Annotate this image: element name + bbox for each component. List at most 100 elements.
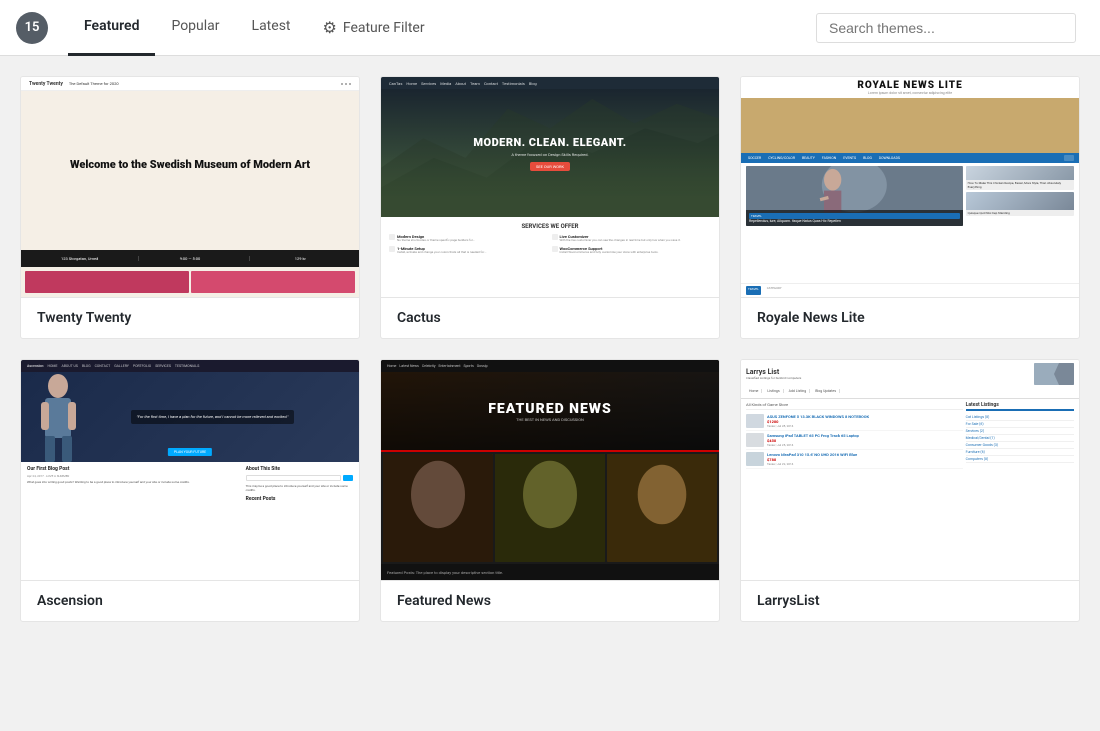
theme-card-ascension[interactable]: Ascension HOME ABOUT US BLOG CONTACT GAL…	[20, 359, 360, 622]
feature-filter-label: Feature Filter	[343, 20, 425, 36]
tab-latest[interactable]: Latest	[236, 0, 307, 56]
mock-address: 123 Storgatan, Umeå	[29, 256, 130, 261]
mock-news-item: DON'T CALL DEMI A BAD GIRL — SHE'S JUST …	[383, 454, 493, 562]
mock-nav-item: SOCCER	[746, 156, 763, 160]
mock-site-title: ROYALE NEWS LITE	[857, 80, 962, 91]
mock-nav-item: Listings	[764, 389, 783, 393]
theme-card-twenty-twenty[interactable]: Twenty Twenty The Default Theme for 2020…	[20, 76, 360, 339]
mock-sidebar-item: How To Make This Chicken Recipe, Easier,…	[966, 166, 1074, 190]
mock-service-desc: No theme shortcodes or theme specific pa…	[397, 239, 475, 243]
mock-site-subtitle: Classified Listings for Sunbird Computer…	[746, 376, 801, 380]
mock-gallery-item	[25, 271, 189, 293]
mock-nav-item: Latest News	[399, 364, 418, 368]
mock-nav-item: Sports	[464, 364, 474, 368]
mock-nav-item: Team	[470, 81, 480, 86]
mock-service-item: 1-Minute Setup Install, activate and cha…	[389, 246, 549, 255]
mock-nav-subtitle: The Default Theme for 2020	[69, 81, 119, 86]
mock-nav-item: CYCLING/COLOR	[766, 156, 797, 160]
mock-post-title: Our First Blog Post	[27, 466, 242, 472]
theme-screenshot-ascension: Ascension HOME ABOUT US BLOG CONTACT GAL…	[21, 360, 359, 580]
mock-nav-item: BLOG	[861, 156, 874, 160]
mock-nav-item: About	[455, 81, 466, 86]
mock-nav-item: BEAUTY	[800, 156, 817, 160]
mock-sidebar-item: Services (2)	[966, 428, 1074, 435]
theme-screenshot-twenty-twenty: Twenty Twenty The Default Theme for 2020…	[21, 77, 359, 297]
mock-nav-item: Testimonials	[502, 81, 525, 86]
theme-card-featured-news[interactable]: Home Latest News Celebrity Entertainment…	[380, 359, 720, 622]
mock-nav-item: TESTIMONIALS	[175, 364, 199, 368]
theme-card-larrys-list[interactable]: Larrys List Classified Listings for Sunb…	[740, 359, 1080, 622]
theme-card-royale-news-lite[interactable]: ROYALE NEWS LITE Lorem ipsum dolor sit a…	[740, 76, 1080, 339]
mock-sidebar-item: Quisque Quid Nisi Kep Standing	[966, 192, 1074, 216]
mock-news-item: PERMS ARE COMING BACK — BUT THE'RE GETTI…	[495, 454, 605, 562]
theme-name-twenty-twenty: Twenty Twenty	[21, 297, 359, 338]
theme-screenshot-featured-news: Home Latest News Celebrity Entertainment…	[381, 360, 719, 580]
mock-price: 129 kr	[249, 256, 351, 261]
mock-nav-item: CONTACT	[95, 364, 111, 368]
mock-hero-title: MODERN. CLEAN. ELEGANT.	[473, 136, 626, 149]
mock-nav-item: Celebrity	[422, 364, 436, 368]
theme-name-cactus: Cactus	[381, 297, 719, 338]
mock-sidebar-item: Computers (8)	[966, 456, 1074, 463]
theme-browser-header: 15 Featured Popular Latest ⚙ Feature Fil…	[0, 0, 1100, 56]
mock-nav-item: Entertainment	[438, 364, 460, 368]
mock-category-label: CATEGORY	[767, 286, 782, 295]
mock-nav-item: Media	[440, 81, 451, 86]
mock-nav-item: Home	[387, 364, 396, 368]
mock-nav-logo: Twenty Twenty	[29, 81, 63, 87]
mock-filter: All Kinds of Game Store	[746, 402, 963, 410]
mock-site-subtitle: Lorem ipsum dolor sit amet, consectur ad…	[857, 91, 962, 95]
mock-footer: Featured Posts: The place to display you…	[381, 564, 719, 580]
mock-search	[1064, 155, 1074, 161]
mock-nav-item: Home	[406, 81, 417, 86]
mock-nav-item: PORTFOLIO	[133, 364, 151, 368]
tabs-nav: Featured Popular Latest ⚙ Feature Filter	[68, 0, 816, 56]
feature-filter-button[interactable]: ⚙ Feature Filter	[307, 0, 441, 56]
mock-hero-btn: PLAN YOUR FUTURE	[168, 448, 212, 456]
theme-name-ascension: Ascension	[21, 580, 359, 621]
theme-name-larrys-list: LarrysList	[741, 580, 1079, 621]
mock-listing: Lenovo IdeaPad 310 15.6' NO UHD 2016 WIF…	[746, 450, 963, 469]
mock-category-tag: TRAVEL	[746, 286, 761, 295]
mock-hero-subtitle: THE BEST IN NEWS AND DISCUSSION	[516, 417, 584, 422]
mock-hours: 9:00 — 5:00	[138, 256, 240, 261]
mock-nav-logo: Ascension	[27, 364, 44, 368]
tab-popular[interactable]: Popular	[155, 0, 235, 56]
mock-sidebar-title: About This Site	[246, 466, 353, 472]
mock-sidebar-title: Latest Listings	[966, 402, 1074, 411]
mock-recent-posts: Recent Posts	[246, 496, 353, 502]
mock-nav-item: Gossip	[477, 364, 488, 368]
search-input[interactable]	[816, 13, 1076, 43]
mock-quote: "For the first time, I have a plan for t…	[131, 410, 295, 424]
theme-screenshot-larrys-list: Larrys List Classified Listings for Sunb…	[741, 360, 1079, 580]
mock-listing-meta: Texas | Jul 28, 2014	[767, 424, 963, 428]
mock-post-meta: Apr 24, 2017 · LOVE A SUMMER	[27, 474, 242, 478]
theme-card-cactus[interactable]: CanTas Home Services Media About Team Co…	[380, 76, 720, 339]
mock-nav-item: Home	[746, 389, 762, 393]
mock-sidebar-item: Cat Listings (8)	[966, 414, 1074, 421]
mock-listing-meta: Texas | Jul 22, 2014	[767, 462, 963, 466]
mock-site-title: Larrys List	[746, 368, 801, 376]
mock-news-item: GISELE BÜNDCHEN CAN'T STOP WEARING THESE…	[607, 454, 717, 562]
mock-nav-item: HOME	[48, 364, 58, 368]
tab-featured[interactable]: Featured	[68, 0, 155, 56]
mock-service-desc: Install WooCommerce and fully customize …	[560, 251, 659, 255]
mock-listing: ASUS ZENFONE 5 13.3K BLACK WINDOWS 8 NOT…	[746, 412, 963, 431]
mock-service-desc: With the live customizer you can see the…	[560, 239, 681, 243]
mock-service-desc: Install, activate and change your colors…	[397, 251, 486, 255]
mock-nav-item: GALLERY	[114, 364, 129, 368]
mock-sidebar-item: Furniture (6)	[966, 449, 1074, 456]
theme-screenshot-royale: ROYALE NEWS LITE Lorem ipsum dolor sit a…	[741, 77, 1079, 297]
mock-nav-item: BLOG	[82, 364, 91, 368]
mock-sidebar-item: Consumer Goods (3)	[966, 442, 1074, 449]
mock-nav-item: FASHION	[820, 156, 838, 160]
theme-screenshot-cactus: CanTas Home Services Media About Team Co…	[381, 77, 719, 297]
mock-nav-item: SERVICES	[155, 364, 171, 368]
mock-nav-item: EVENTS	[841, 156, 858, 160]
mock-nav-item: Contact	[484, 81, 498, 86]
themes-grid: Twenty Twenty The Default Theme for 2020…	[0, 56, 1100, 642]
mock-listing-meta: Texas | Jul 25, 2014	[767, 443, 963, 447]
theme-name-royale: Royale News Lite	[741, 297, 1079, 338]
mock-nav-item: Blog Updates	[812, 389, 840, 393]
theme-count-badge: 15	[16, 12, 48, 44]
